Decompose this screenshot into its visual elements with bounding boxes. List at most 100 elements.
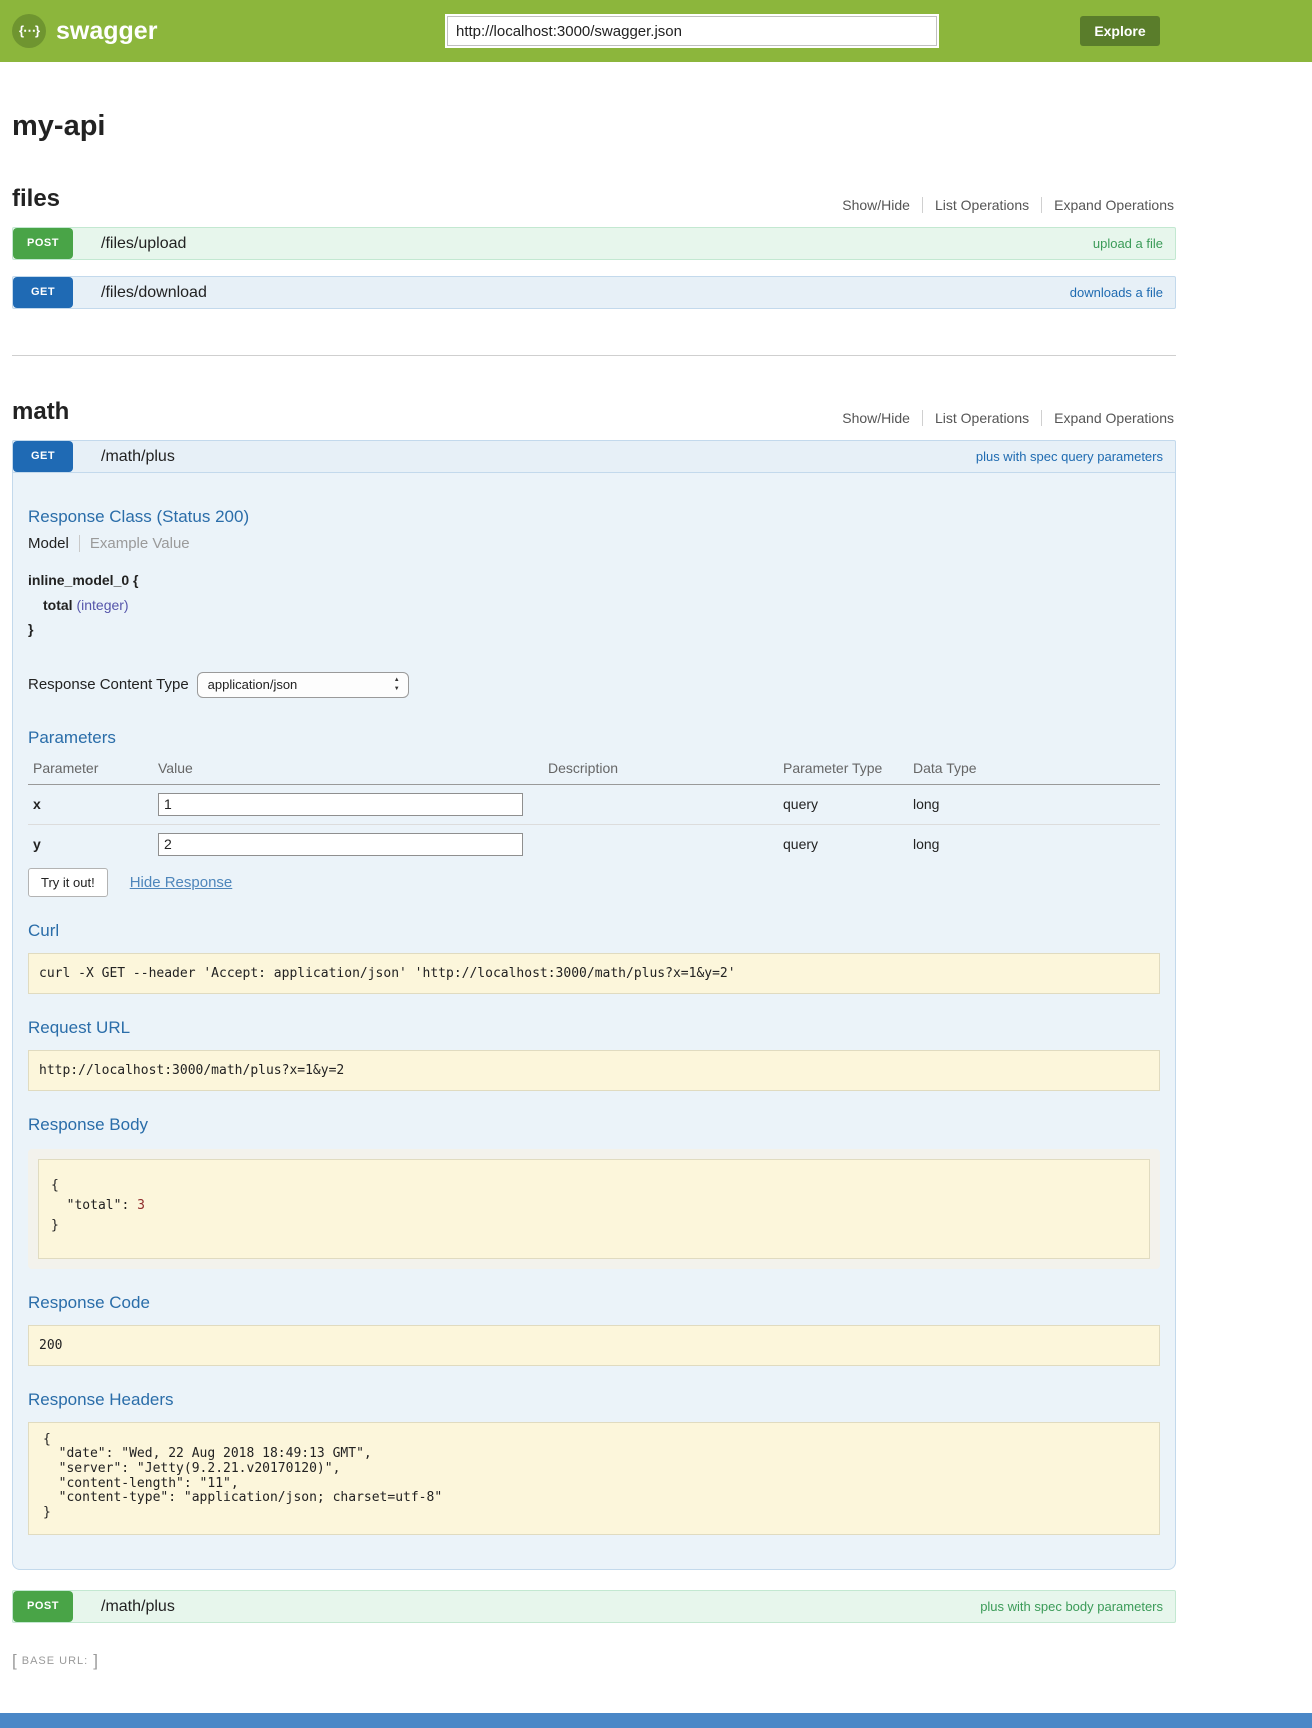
response-code-heading: Response Code (28, 1293, 1160, 1313)
http-method-badge-post: POST (13, 228, 73, 259)
param-type-x: query (778, 784, 908, 824)
math-expand-operations-link[interactable]: Expand Operations (1041, 410, 1176, 426)
operation-summary-link[interactable]: plus with spec body parameters (980, 1599, 1163, 1614)
parameter-row-x: x query long (28, 784, 1160, 824)
hide-response-link[interactable]: Hide Response (130, 874, 233, 891)
operation-summary-link[interactable]: upload a file (1093, 236, 1163, 251)
response-headers-code: { "date": "Wed, 22 Aug 2018 18:49:13 GMT… (28, 1422, 1160, 1535)
operation-summary-link[interactable]: downloads a file (1070, 285, 1163, 300)
files-list-operations-link[interactable]: List Operations (922, 197, 1041, 213)
section-math-controls: Show/Hide List Operations Expand Operati… (830, 410, 1176, 426)
files-expand-operations-link[interactable]: Expand Operations (1041, 197, 1176, 213)
response-class-heading: Response Class (Status 200) (28, 507, 1160, 527)
operation-path-link[interactable]: /files/download (101, 284, 207, 302)
param-description-x (543, 784, 778, 824)
col-value: Value (153, 756, 543, 785)
param-name-x: x (28, 784, 153, 824)
curl-command-code: curl -X GET --header 'Accept: applicatio… (28, 953, 1160, 994)
json-total-line: "total": 3 (51, 1196, 1137, 1216)
operation-details-panel: Response Class (Status 200) Model Exampl… (12, 473, 1176, 1570)
parameters-header-row: Parameter Value Description Parameter Ty… (28, 756, 1160, 785)
section-math: math Show/Hide List Operations Expand Op… (12, 398, 1176, 1623)
col-parameter: Parameter (28, 756, 153, 785)
response-content-type-select[interactable]: application/json (197, 672, 409, 698)
response-content-type-label: Response Content Type (28, 676, 189, 693)
base-url-bracket-open: [ (12, 1651, 17, 1671)
json-key: "total": (51, 1198, 137, 1213)
json-close-brace: } (51, 1216, 1137, 1236)
base-url-label: BASE URL: (22, 1655, 88, 1667)
main-content: my-api files Show/Hide List Operations E… (12, 110, 1176, 1671)
http-method-badge-get: GET (13, 441, 73, 472)
operation-row-get-math-plus[interactable]: GET /math/plus plus with spec query para… (12, 440, 1176, 473)
top-bar: {⋯} swagger Explore (0, 0, 1312, 62)
model-property-line: total (integer) (28, 593, 1160, 618)
model-close-brace: } (28, 617, 1160, 642)
base-url-footer: [ BASE URL: ] (12, 1651, 1176, 1671)
response-content-type-select-wrap: application/json ▲ ▼ (197, 672, 409, 698)
section-math-header: math Show/Hide List Operations Expand Op… (12, 398, 1176, 426)
curl-heading: Curl (28, 921, 1160, 941)
json-open-brace: { (51, 1176, 1137, 1196)
swagger-logo-glyph: {⋯} (19, 23, 39, 39)
parameter-row-y: y query long (28, 824, 1160, 864)
operation-post-files-upload: POST /files/upload upload a file (12, 227, 1176, 260)
operation-row-get-files-download[interactable]: GET /files/download downloads a file (12, 276, 1176, 309)
explore-button[interactable]: Explore (1080, 16, 1160, 46)
http-method-badge-post: POST (13, 1591, 73, 1622)
operation-row-post-math-plus[interactable]: POST /math/plus plus with spec body para… (12, 1590, 1176, 1623)
http-method-badge-get: GET (13, 277, 73, 308)
json-number-value: 3 (137, 1198, 145, 1213)
model-name: inline_model_0 { (28, 568, 1160, 593)
param-data-type-y: long (908, 824, 1160, 864)
model-signature: inline_model_0 { total (integer) } (28, 568, 1160, 642)
swagger-logo[interactable]: {⋯} swagger (12, 14, 157, 48)
col-parameter-type: Parameter Type (778, 756, 908, 785)
math-list-operations-link[interactable]: List Operations (922, 410, 1041, 426)
math-show-hide-link[interactable]: Show/Hide (830, 410, 922, 426)
spec-url-input[interactable] (447, 16, 937, 46)
try-it-out-button[interactable]: Try it out! (28, 868, 108, 897)
param-description-y (543, 824, 778, 864)
col-description: Description (543, 756, 778, 785)
model-property-name: total (43, 597, 73, 613)
param-type-y: query (778, 824, 908, 864)
model-property-type: (integer) (76, 597, 128, 613)
section-files-title: files (12, 185, 60, 213)
section-files-controls: Show/Hide List Operations Expand Operati… (830, 197, 1176, 213)
top-bar-inner: {⋯} swagger Explore (12, 0, 1176, 62)
parameters-heading: Parameters (28, 728, 1160, 748)
try-it-out-row: Try it out! Hide Response (28, 868, 1160, 897)
operation-path-link[interactable]: /files/upload (101, 235, 186, 253)
tab-example-value[interactable]: Example Value (79, 535, 190, 552)
response-body-container: { "total": 3} (28, 1149, 1160, 1269)
col-data-type: Data Type (908, 756, 1160, 785)
param-data-type-x: long (908, 784, 1160, 824)
swagger-logo-text: swagger (56, 17, 157, 46)
response-headers-heading: Response Headers (28, 1390, 1160, 1410)
operation-summary-link[interactable]: plus with spec query parameters (976, 449, 1163, 464)
bottom-blue-bar (0, 1713, 1312, 1728)
page-title: my-api (12, 110, 1176, 143)
operation-path-link[interactable]: /math/plus (101, 1598, 175, 1616)
files-show-hide-link[interactable]: Show/Hide (830, 197, 922, 213)
swagger-logo-icon: {⋯} (12, 14, 46, 48)
operation-get-math-plus: GET /math/plus plus with spec query para… (12, 440, 1176, 1570)
base-url-bracket-close: ] (93, 1651, 98, 1671)
operation-post-math-plus: POST /math/plus plus with spec body para… (12, 1590, 1176, 1623)
section-files-header: files Show/Hide List Operations Expand O… (12, 185, 1176, 213)
section-math-title: math (12, 398, 69, 426)
tab-model[interactable]: Model (28, 535, 79, 552)
section-files: files Show/Hide List Operations Expand O… (12, 185, 1176, 309)
response-code-value: 200 (28, 1325, 1160, 1366)
operation-get-files-download: GET /files/download downloads a file (12, 276, 1176, 309)
response-body-heading: Response Body (28, 1115, 1160, 1135)
operation-path-link[interactable]: /math/plus (101, 448, 175, 466)
response-content-type-row: Response Content Type application/json ▲… (28, 672, 1160, 698)
param-name-y: y (28, 824, 153, 864)
operation-row-post-files-upload[interactable]: POST /files/upload upload a file (12, 227, 1176, 260)
param-value-input-x[interactable] (158, 793, 523, 816)
param-value-input-y[interactable] (158, 833, 523, 856)
response-class-tabs: Model Example Value (28, 535, 1160, 552)
request-url-heading: Request URL (28, 1018, 1160, 1038)
